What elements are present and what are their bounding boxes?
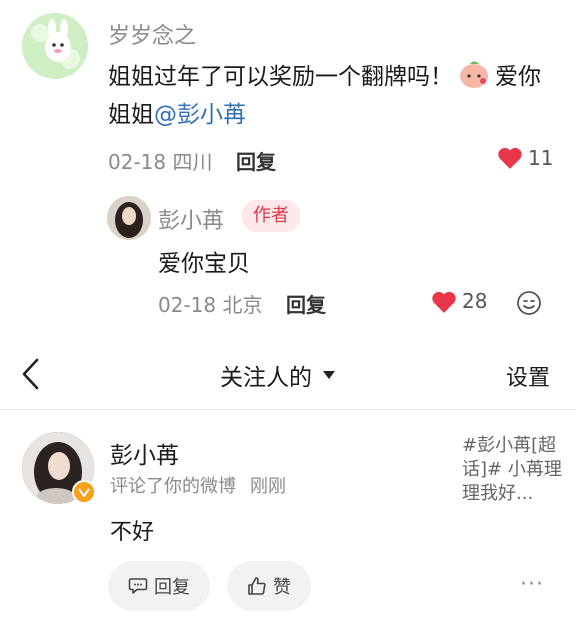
comment-like-count: 11: [528, 146, 554, 170]
commenter-avatar[interactable]: [22, 13, 88, 79]
reaction-smile-icon[interactable]: [515, 289, 543, 317]
comment-date-location: 02-18 四川: [108, 150, 213, 174]
mention-link[interactable]: @彭小苒: [154, 102, 246, 128]
feed-filter-label: 关注人的: [220, 365, 312, 391]
thumbs-up-icon: [248, 577, 266, 595]
more-dots-icon[interactable]: ···: [520, 572, 550, 602]
comment-text: 姐姐过年了可以奖励一个翻牌吗！ 爱你姐姐@彭小苒: [108, 58, 548, 134]
notification-avatar[interactable]: [22, 432, 96, 504]
peach-emoji-icon: [460, 61, 488, 88]
dropdown-triangle-icon: [323, 371, 335, 379]
author-reply-text: 爱你宝贝: [158, 251, 250, 277]
author-avatar[interactable]: [107, 196, 151, 240]
feed-filter-dropdown[interactable]: 关注人的: [220, 358, 336, 392]
commenter-username[interactable]: 岁岁念之: [108, 18, 196, 50]
author-badge: 作者: [242, 200, 300, 232]
bunny-avatar-icon: [22, 13, 88, 79]
notification-comment-text: 不好: [110, 520, 155, 545]
author-portrait-icon: [107, 196, 151, 240]
like-label: 赞: [273, 577, 291, 598]
back-chevron-icon[interactable]: [18, 356, 44, 392]
notification-username[interactable]: 彭小苒: [110, 436, 179, 470]
header-divider: [0, 409, 576, 410]
comment-icon: [128, 578, 148, 594]
author-reply-button[interactable]: 回复: [286, 289, 326, 318]
heart-icon[interactable]: [497, 146, 523, 170]
settings-button[interactable]: 设置: [506, 360, 550, 392]
notification-reply-button[interactable]: 回复: [108, 561, 210, 611]
verified-badge-icon: [72, 480, 96, 504]
author-reply-date-location: 02-18 北京: [158, 293, 263, 317]
author-reply-like-count: 28: [462, 289, 488, 313]
author-username[interactable]: 彭小苒: [158, 203, 224, 235]
heart-icon[interactable]: [431, 290, 457, 314]
notification-subtitle: 评论了你的微博 刚刚: [110, 472, 286, 498]
comment-text-part1: 姐姐过年了可以奖励一个翻牌吗！: [108, 64, 453, 90]
notification-action: 评论了你的微博: [110, 476, 236, 497]
notification-time: 刚刚: [250, 476, 286, 497]
comment-reply-button[interactable]: 回复: [236, 146, 276, 175]
reply-label: 回复: [154, 577, 190, 598]
notification-like-button[interactable]: 赞: [227, 561, 311, 611]
original-post-quote[interactable]: #彭小苒[超话]# 小苒理理我好...: [462, 434, 564, 506]
